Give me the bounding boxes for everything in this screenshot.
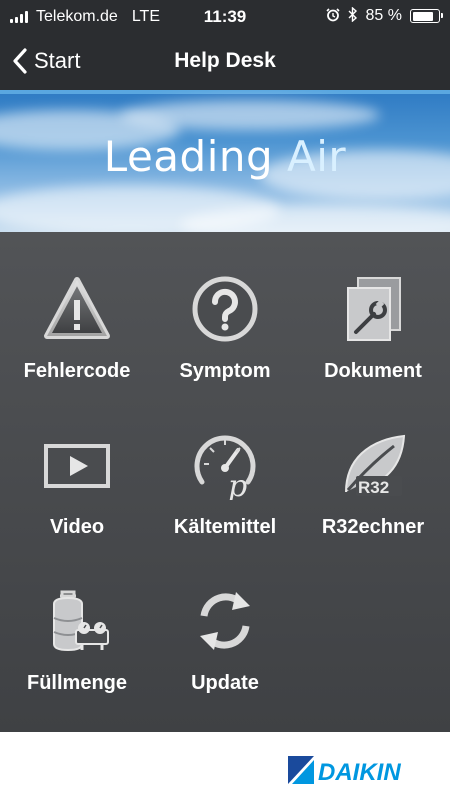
play-icon	[44, 444, 110, 488]
leading-air-banner: Leading Air	[0, 90, 450, 232]
menu-label: Video	[49, 516, 105, 538]
brand-name: DAIKIN	[318, 759, 401, 786]
menu-label: R32echner	[321, 516, 425, 538]
status-right: 85 %	[325, 6, 443, 25]
menu-item-video[interactable]: Video	[2, 388, 152, 544]
question-circle-icon	[192, 276, 258, 342]
refrigerant-cylinder-icon	[53, 590, 109, 652]
refresh-icon	[200, 592, 250, 650]
bluetooth-icon	[348, 6, 358, 25]
menu-item-dokument[interactable]: Dokument	[298, 232, 448, 388]
menu-item-symptom[interactable]: Symptom	[150, 232, 300, 388]
menu-label: Fehlercode	[23, 360, 131, 382]
daikin-logo: DAIKIN	[288, 756, 401, 786]
menu-item-fehlercode[interactable]: Fehlercode	[2, 232, 152, 388]
battery-icon	[410, 9, 443, 23]
menu-item-update[interactable]: Update	[150, 544, 300, 700]
menu-label: Update	[191, 672, 259, 694]
svg-text:p: p	[228, 469, 247, 500]
warning-triangle-icon	[44, 277, 110, 339]
menu-label: Symptom	[179, 360, 271, 382]
battery-percent: 85 %	[365, 7, 402, 24]
document-wrench-icon	[347, 277, 401, 341]
banner-word-air: Air	[287, 132, 347, 181]
menu-label: Füllmenge	[26, 672, 127, 694]
banner-title: Leading Air	[0, 132, 450, 181]
menu-label: Dokument	[324, 360, 422, 382]
menu-item-fuellmenge[interactable]: Füllmenge	[2, 544, 152, 700]
svg-text:R32: R32	[358, 478, 389, 497]
nav-bar: Start Help Desk	[0, 34, 450, 90]
menu-item-kaeltemittel[interactable]: p Kältemittel	[150, 388, 300, 544]
r32-leaf-icon: R32	[345, 434, 406, 497]
alarm-icon	[325, 7, 340, 25]
menu-item-r32echner[interactable]: R32 R32echner	[298, 388, 448, 544]
pressure-gauge-icon: p	[194, 435, 256, 500]
menu-label: Kältemittel	[173, 516, 277, 538]
banner-divider	[0, 90, 450, 94]
page-title: Help Desk	[174, 49, 276, 72]
menu-grid: Fehlercode Symptom Dokument Video p Kält…	[0, 232, 450, 732]
battery-fill	[412, 11, 433, 21]
status-bar: Telekom.de LTE 11:39 85 %	[0, 0, 450, 34]
banner-word-leading: Leading	[103, 132, 274, 181]
footer: DAIKIN	[0, 732, 450, 800]
